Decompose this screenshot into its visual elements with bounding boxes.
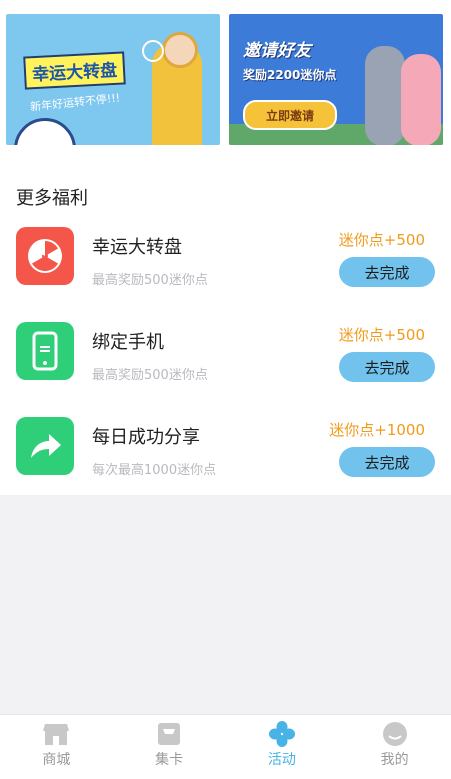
go-complete-button[interactable]: 去完成 [339, 447, 435, 477]
task-row: 绑定手机 最高奖励500迷你点 迷你点+500 去完成 [0, 322, 451, 392]
banner-right-title: 邀请好友 [243, 41, 311, 61]
phone-icon [16, 322, 74, 380]
go-complete-button[interactable]: 去完成 [339, 352, 435, 382]
wheel-icon [14, 118, 76, 145]
radiation-icon [16, 227, 74, 285]
invite-friends-banner[interactable]: 邀请好友 奖励2200迷你点 立即邀请 [229, 14, 443, 145]
nav-item-cards[interactable]: 集卡 [113, 715, 226, 779]
banner-left-title: 幸运大转盘 [23, 51, 126, 90]
task-row: 幸运大转盘 最高奖励500迷你点 迷你点+500 去完成 [0, 227, 451, 297]
nav-label: 我的 [380, 752, 409, 768]
share-icon [16, 417, 74, 475]
nav-label: 集卡 [155, 752, 184, 768]
invite-now-button[interactable]: 立即邀请 [243, 100, 337, 130]
character-head-illustration [162, 32, 198, 68]
nav-label: 商城 [42, 752, 71, 768]
nav-item-store[interactable]: 商城 [0, 715, 113, 779]
bottom-nav: 商城 集卡 活动 我的 [0, 714, 451, 779]
nav-item-mine[interactable]: 我的 [338, 715, 451, 779]
bubble-icon [142, 40, 164, 62]
task-reward: 迷你点+500 [338, 326, 425, 344]
task-desc: 最高奖励500迷你点 [92, 273, 208, 288]
lucky-wheel-banner[interactable]: 幸运大转盘 新年好运转不停!!! [6, 14, 220, 145]
nav-label: 活动 [267, 752, 296, 768]
task-name: 每日成功分享 [92, 427, 200, 448]
nav-item-activity[interactable]: 活动 [226, 715, 339, 779]
task-reward: 迷你点+1000 [329, 421, 425, 439]
store-icon [42, 721, 70, 747]
task-desc: 最高奖励500迷你点 [92, 368, 208, 383]
task-name: 幸运大转盘 [92, 237, 182, 258]
content-area: 幸运大转盘 新年好运转不停!!! 邀请好友 奖励2200迷你点 立即邀请 更多福… [0, 0, 451, 495]
task-name: 绑定手机 [92, 332, 164, 353]
task-row: 每日成功分享 每次最高1000迷你点 迷你点+1000 去完成 [0, 417, 451, 487]
banner-right-subtitle: 奖励2200迷你点 [243, 68, 337, 82]
gray-bear-illustration [365, 46, 405, 145]
card-bag-icon [155, 721, 183, 747]
clover-icon [268, 721, 296, 747]
section-title: 更多福利 [16, 188, 88, 209]
banner-left-subtitle: 新年好运转不停!!! [29, 91, 121, 114]
pink-bear-illustration [401, 54, 441, 145]
task-desc: 每次最高1000迷你点 [92, 463, 217, 478]
avatar-icon [381, 721, 409, 747]
task-reward: 迷你点+500 [338, 231, 425, 249]
go-complete-button[interactable]: 去完成 [339, 257, 435, 287]
